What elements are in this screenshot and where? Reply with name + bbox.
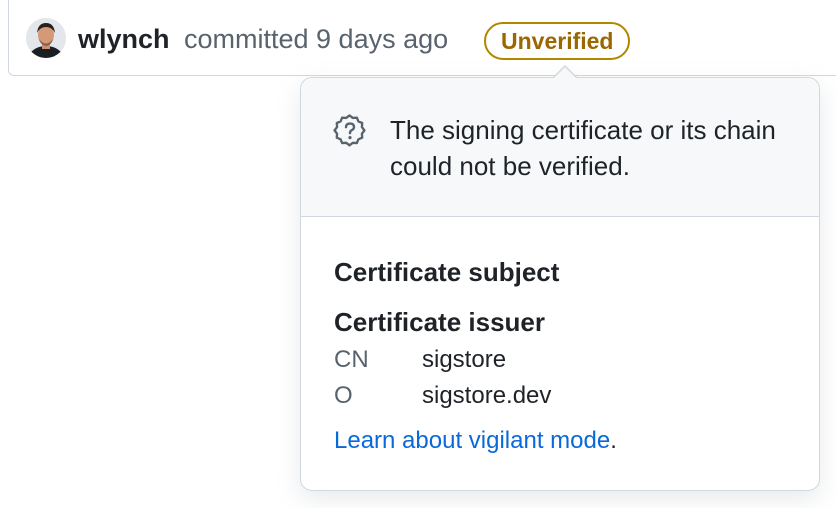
commit-author-link[interactable]: wlynch — [78, 21, 170, 57]
issuer-field-key: CN — [334, 346, 369, 373]
learn-more-line: Learn about vigilant mode. — [334, 425, 617, 457]
popover-header: The signing certificate or its chain cou… — [301, 78, 819, 217]
certificate-issuer-heading: Certificate issuer — [334, 307, 545, 337]
signature-popover: The signing certificate or its chain cou… — [300, 77, 820, 491]
question-icon — [333, 114, 367, 148]
vigilant-mode-link[interactable]: Learn about vigilant mode — [334, 427, 610, 454]
issuer-field-value: sigstore.dev — [422, 382, 552, 409]
commit-time-text: committed 9 days ago — [184, 24, 449, 54]
unverified-badge[interactable]: Unverified — [484, 22, 631, 60]
avatar[interactable] — [26, 18, 66, 58]
issuer-field-key: O — [334, 382, 353, 409]
certificate-subject-heading: Certificate subject — [334, 257, 560, 287]
popover-caret-fill — [553, 67, 577, 79]
learn-more-suffix: . — [610, 427, 617, 454]
avatar-image — [26, 18, 66, 58]
popover-header-message: The signing certificate or its chain cou… — [390, 115, 776, 181]
issuer-field-value: sigstore — [422, 346, 507, 373]
